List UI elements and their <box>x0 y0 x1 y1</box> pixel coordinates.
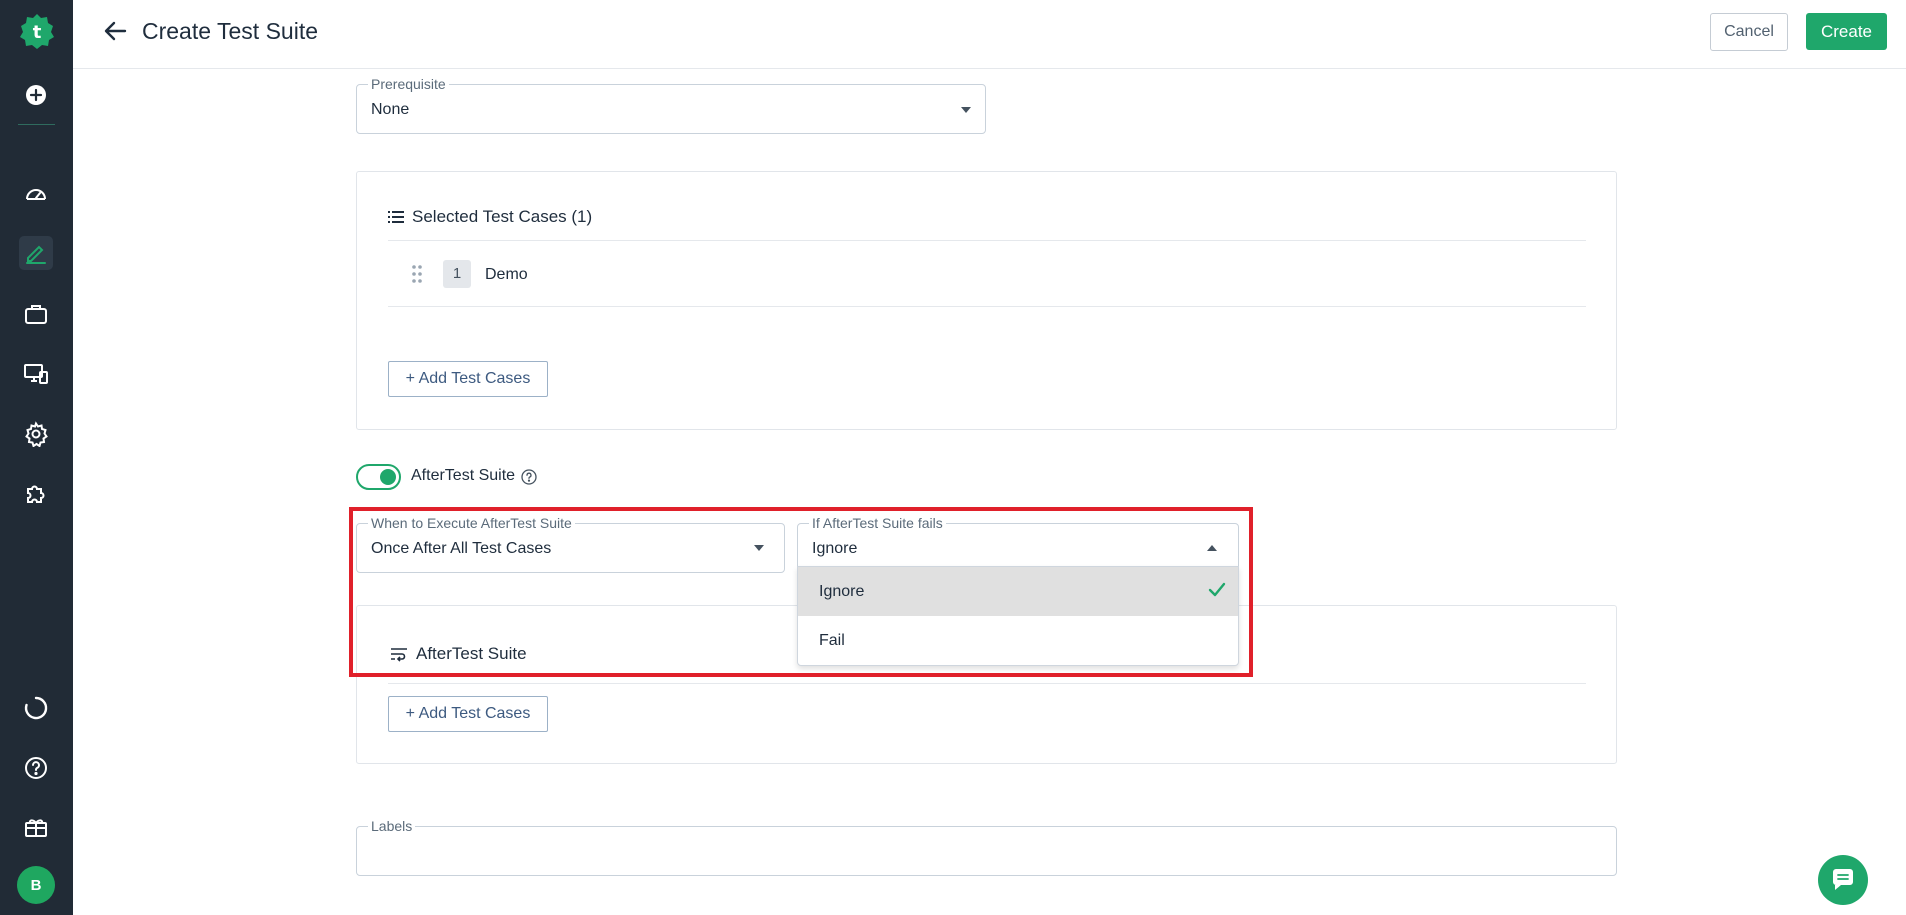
svg-text:t: t <box>33 22 42 43</box>
if-fails-value: Ignore <box>812 540 858 557</box>
gear-icon[interactable] <box>19 417 53 451</box>
when-to-execute-select[interactable]: When to Execute AfterTest Suite Once Aft… <box>356 515 785 573</box>
plus-circle-icon[interactable] <box>19 78 53 112</box>
labels-input[interactable]: Labels <box>356 818 1617 876</box>
after-test-suite-heading: AfterTest Suite <box>416 644 527 663</box>
option-fail-label: Fail <box>819 632 845 649</box>
sidebar: t B <box>0 0 73 915</box>
sidebar-divider <box>18 124 55 125</box>
if-fails-dropdown: Ignore Fail <box>797 566 1239 666</box>
add-test-cases-button[interactable]: + Add Test Cases <box>388 361 548 397</box>
help-circle-icon[interactable] <box>521 469 537 485</box>
dashboard-icon[interactable] <box>19 177 53 211</box>
selected-test-cases-heading: Selected Test Cases (1) <box>412 207 593 226</box>
testsigma-logo-icon[interactable]: t <box>18 12 56 50</box>
when-to-execute-label: When to Execute AfterTest Suite <box>368 515 575 531</box>
after-test-suite-toggle[interactable] <box>356 464 401 490</box>
edit-icon[interactable] <box>19 236 53 270</box>
list-icon <box>388 211 404 223</box>
suite-icon <box>391 648 407 662</box>
briefcase-icon[interactable] <box>19 297 53 331</box>
selected-test-cases-title: Selected Test Cases (1) <box>388 207 592 227</box>
option-ignore[interactable]: Ignore <box>798 567 1238 616</box>
option-ignore-label: Ignore <box>819 583 865 600</box>
if-fails-label: If AfterTest Suite fails <box>809 515 946 531</box>
chat-icon <box>1833 869 1853 890</box>
help-icon[interactable] <box>19 751 53 785</box>
list-item[interactable]: 1 <box>388 252 1586 296</box>
prerequisite-value: None <box>371 101 410 118</box>
header: Create Test Suite Cancel Create <box>73 0 1906 69</box>
after-test-suite-panel-title: AfterTest Suite <box>390 644 527 664</box>
gift-icon[interactable] <box>19 810 53 844</box>
labels-label: Labels <box>368 818 416 834</box>
avatar[interactable]: B <box>17 866 55 904</box>
puzzle-icon[interactable] <box>19 477 53 511</box>
page-title: Create Test Suite <box>142 18 319 44</box>
when-to-execute-value: Once After All Test Cases <box>371 540 552 557</box>
prerequisite-select[interactable]: Prerequisite None <box>356 76 986 134</box>
selected-test-cases-panel: Selected Test Cases (1) 1 Demo + Add Tes… <box>356 171 1617 430</box>
cancel-button[interactable]: Cancel <box>1710 13 1788 51</box>
progress-icon[interactable] <box>19 691 53 725</box>
back-arrow-icon[interactable] <box>103 18 129 44</box>
create-button[interactable]: Create <box>1806 13 1887 50</box>
chat-button[interactable] <box>1818 855 1868 905</box>
prerequisite-label: Prerequisite <box>368 76 449 92</box>
chevron-down-icon <box>961 107 971 113</box>
test-case-name[interactable]: Demo <box>485 266 528 284</box>
checkmark-icon <box>1208 582 1226 597</box>
after-test-suite-toggle-label: AfterTest Suite <box>411 467 516 484</box>
toggle-knob <box>380 469 396 485</box>
if-fails-select[interactable]: If AfterTest Suite fails Ignore <box>797 515 1239 567</box>
option-fail[interactable]: Fail <box>798 616 1238 665</box>
drag-handle-icon[interactable] <box>412 265 422 283</box>
chevron-down-icon <box>754 545 764 551</box>
chevron-up-icon <box>1207 545 1217 551</box>
devices-icon[interactable] <box>19 357 53 391</box>
test-case-index: 1 <box>443 260 471 288</box>
add-after-test-cases-button[interactable]: + Add Test Cases <box>388 696 548 732</box>
